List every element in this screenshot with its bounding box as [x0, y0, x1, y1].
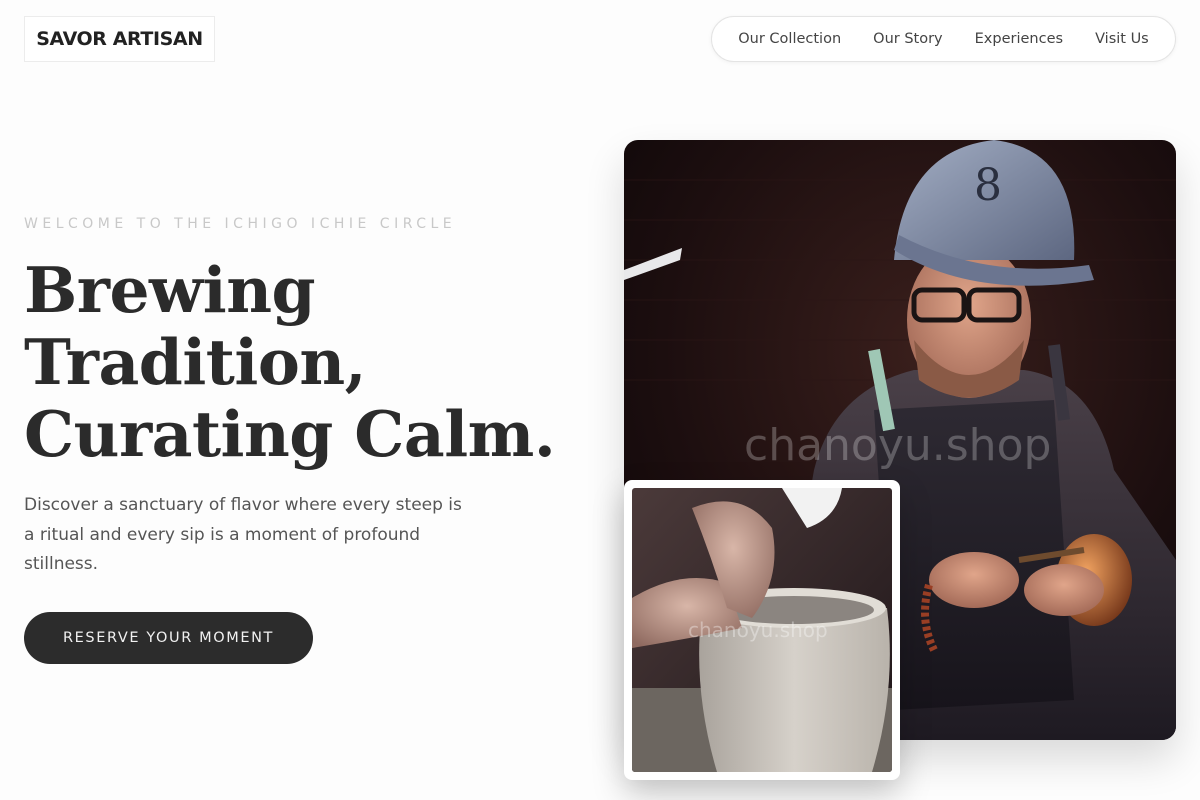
- headline-line-2: Tradition,: [24, 325, 367, 399]
- brand-logo[interactable]: SAVOR ARTISAN: [24, 16, 215, 62]
- headline-line-1: Brewing: [24, 253, 316, 327]
- nav-item-our-collection[interactable]: Our Collection: [738, 31, 841, 47]
- nav-item-visit-us[interactable]: Visit Us: [1095, 31, 1149, 47]
- hero-description: Discover a sanctuary of flavor where eve…: [24, 495, 462, 574]
- clay-wheel-photo: chanoyu.shop: [632, 488, 892, 772]
- clay-wheel-photo-card: chanoyu.shop: [624, 480, 900, 780]
- nav-item-our-story[interactable]: Our Story: [873, 31, 942, 47]
- main-nav: Our Collection Our Story Experiences Vis…: [711, 16, 1176, 62]
- clay-wheel-illustration: [632, 488, 892, 772]
- reserve-button[interactable]: RESERVE YOUR MOMENT: [24, 612, 313, 664]
- headline-line-3: Curating Calm.: [24, 397, 556, 471]
- svg-text:8: 8: [974, 160, 1002, 211]
- nav-item-experiences[interactable]: Experiences: [975, 31, 1063, 47]
- hero-eyebrow: WELCOME TO THE ICHIGO ICHIE CIRCLE: [24, 216, 457, 232]
- hero-headline: Brewing Tradition, Curating Calm.: [24, 254, 604, 470]
